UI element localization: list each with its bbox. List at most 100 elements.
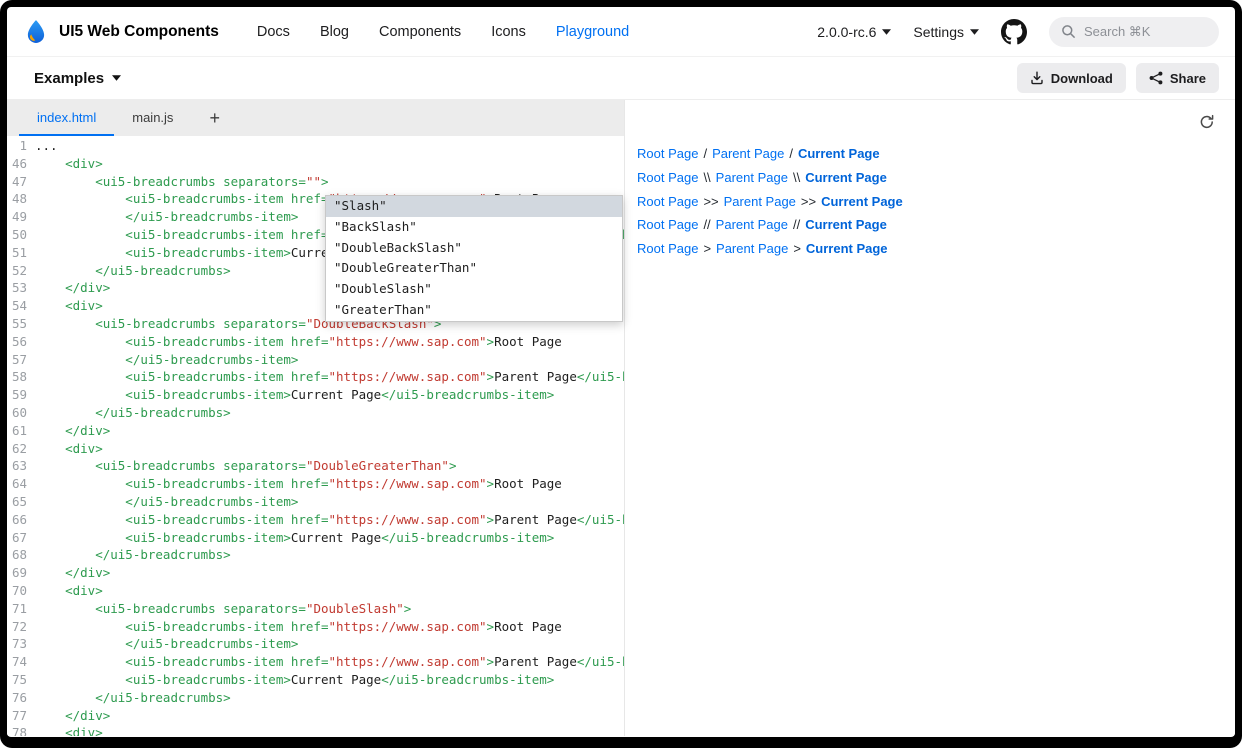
refresh-icon xyxy=(1199,114,1215,130)
search-input[interactable]: Search ⌘K xyxy=(1049,17,1219,47)
nav-link-components[interactable]: Components xyxy=(379,24,461,40)
code-line-60[interactable]: 60 </ui5-breadcrumbs> xyxy=(7,404,624,422)
code-text: </ui5-breadcrumbs-item> xyxy=(35,635,298,653)
code-line-63[interactable]: 63 <ui5-breadcrumbs separators="DoubleGr… xyxy=(7,457,624,475)
code-line-46[interactable]: 46 <div> xyxy=(7,155,624,173)
code-text: <ui5-breadcrumbs separators="DoubleGreat… xyxy=(35,457,456,475)
code-line-65[interactable]: 65 </ui5-breadcrumbs-item> xyxy=(7,493,624,511)
line-number: 75 xyxy=(7,671,35,689)
code-text: <div> xyxy=(35,582,103,600)
line-number: 66 xyxy=(7,511,35,529)
toolbar-actions: Download Share xyxy=(1017,63,1219,93)
brand-title: UI5 Web Components xyxy=(59,23,219,41)
download-button[interactable]: Download xyxy=(1017,63,1126,93)
version-menu[interactable]: 2.0.0-rc.6 xyxy=(817,24,891,40)
code-line-56[interactable]: 56 <ui5-breadcrumbs-item href="https://w… xyxy=(7,333,624,351)
code-line-75[interactable]: 75 <ui5-breadcrumbs-item>Current Page</u… xyxy=(7,671,624,689)
code-text: <ui5-breadcrumbs-item href="https://www.… xyxy=(35,618,562,636)
line-number: 59 xyxy=(7,386,35,404)
breadcrumb-link[interactable]: Root Page xyxy=(637,241,698,256)
code-text: <div> xyxy=(35,724,103,736)
breadcrumb-link[interactable]: Parent Page xyxy=(712,146,784,161)
share-icon xyxy=(1149,71,1163,85)
code-line-47[interactable]: 47 <ui5-breadcrumbs separators=""> xyxy=(7,173,624,191)
code-text: </ui5-breadcrumbs> xyxy=(35,546,231,564)
breadcrumb-separator: \\ xyxy=(703,170,710,185)
tab-list: index.htmlmain.js xyxy=(19,100,191,136)
breadcrumb-separator: / xyxy=(703,146,707,161)
examples-toolbar: Examples Download xyxy=(7,57,1235,100)
breadcrumb-link[interactable]: Parent Page xyxy=(724,194,796,209)
settings-menu[interactable]: Settings xyxy=(913,24,979,40)
code-text: <div> xyxy=(35,155,103,173)
code-line-67[interactable]: 67 <ui5-breadcrumbs-item>Current Page</u… xyxy=(7,529,624,547)
breadcrumb-separator: // xyxy=(703,217,710,232)
code-text: </div> xyxy=(35,707,110,725)
autocomplete-item[interactable]: "DoubleSlash" xyxy=(326,279,622,300)
code-text: </ui5-breadcrumbs> xyxy=(35,404,231,422)
autocomplete-item[interactable]: "GreaterThan" xyxy=(326,300,622,321)
code-line-62[interactable]: 62 <div> xyxy=(7,440,624,458)
search-placeholder: Search ⌘K xyxy=(1084,24,1150,40)
breadcrumb-link[interactable]: Root Page xyxy=(637,194,698,209)
autocomplete-item[interactable]: "BackSlash" xyxy=(326,217,622,238)
nav-link-docs[interactable]: Docs xyxy=(257,24,290,40)
breadcrumb-link[interactable]: Parent Page xyxy=(716,170,788,185)
breadcrumb-link[interactable]: Root Page xyxy=(637,146,698,161)
breadcrumb-link[interactable]: Root Page xyxy=(637,217,698,232)
share-button[interactable]: Share xyxy=(1136,63,1219,93)
github-link[interactable] xyxy=(1001,19,1027,45)
line-number: 60 xyxy=(7,404,35,422)
code-line-69[interactable]: 69 </div> xyxy=(7,564,624,582)
nav-link-icons[interactable]: Icons xyxy=(491,24,526,40)
code-line-1[interactable]: 1... xyxy=(7,137,624,155)
breadcrumb-link[interactable]: Parent Page xyxy=(716,217,788,232)
breadcrumb-link[interactable]: Parent Page xyxy=(716,241,788,256)
code-line-70[interactable]: 70 <div> xyxy=(7,582,624,600)
code-line-72[interactable]: 72 <ui5-breadcrumbs-item href="https://w… xyxy=(7,618,624,636)
code-text: <ui5-breadcrumbs-item href="https://www.… xyxy=(35,333,562,351)
code-line-61[interactable]: 61 </div> xyxy=(7,422,624,440)
breadcrumb-separator: // xyxy=(793,217,800,232)
navbar-right: 2.0.0-rc.6 Settings S xyxy=(817,17,1219,47)
breadcrumb-current: Current Page xyxy=(805,170,887,185)
line-number: 52 xyxy=(7,262,35,280)
editor-tab-index.html[interactable]: index.html xyxy=(19,100,114,136)
code-line-66[interactable]: 66 <ui5-breadcrumbs-item href="https://w… xyxy=(7,511,624,529)
autocomplete-item[interactable]: "Slash" xyxy=(326,196,622,217)
breadcrumb-separator: > xyxy=(793,241,801,256)
code-line-73[interactable]: 73 </ui5-breadcrumbs-item> xyxy=(7,635,624,653)
new-tab-button[interactable]: + xyxy=(201,100,228,136)
code-line-78[interactable]: 78 <div> xyxy=(7,724,624,736)
autocomplete-popup: "Slash""BackSlash""DoubleBackSlash""Doub… xyxy=(325,195,623,322)
examples-menu[interactable]: Examples xyxy=(34,70,121,87)
breadcrumb-link[interactable]: Root Page xyxy=(637,170,698,185)
breadcrumb-row: Root Page/Parent Page/Current Page xyxy=(637,142,1227,166)
line-number: 1 xyxy=(7,137,35,155)
ui5-logo xyxy=(23,19,49,45)
autocomplete-item[interactable]: "DoubleGreaterThan" xyxy=(326,258,622,279)
code-line-76[interactable]: 76 </ui5-breadcrumbs> xyxy=(7,689,624,707)
nav-link-blog[interactable]: Blog xyxy=(320,24,349,40)
editor-tab-bar: index.htmlmain.js + xyxy=(7,100,624,136)
code-line-59[interactable]: 59 <ui5-breadcrumbs-item>Current Page</u… xyxy=(7,386,624,404)
line-number: 48 xyxy=(7,190,35,208)
line-number: 57 xyxy=(7,351,35,369)
breadcrumb-separator: / xyxy=(789,146,793,161)
code-line-74[interactable]: 74 <ui5-breadcrumbs-item href="https://w… xyxy=(7,653,624,671)
line-number: 53 xyxy=(7,279,35,297)
code-line-57[interactable]: 57 </ui5-breadcrumbs-item> xyxy=(7,351,624,369)
code-line-71[interactable]: 71 <ui5-breadcrumbs separators="DoubleSl… xyxy=(7,600,624,618)
code-line-64[interactable]: 64 <ui5-breadcrumbs-item href="https://w… xyxy=(7,475,624,493)
code-line-77[interactable]: 77 </div> xyxy=(7,707,624,725)
refresh-button[interactable] xyxy=(1197,112,1217,135)
nav-link-playground[interactable]: Playground xyxy=(556,24,629,40)
editor-tab-main.js[interactable]: main.js xyxy=(114,100,191,136)
line-number: 51 xyxy=(7,244,35,262)
window-frame: UI5 Web Components Docs Blog Components Ico… xyxy=(0,0,1242,748)
code-line-68[interactable]: 68 </ui5-breadcrumbs> xyxy=(7,546,624,564)
autocomplete-item[interactable]: "DoubleBackSlash" xyxy=(326,238,622,259)
version-label: 2.0.0-rc.6 xyxy=(817,24,876,40)
code-line-58[interactable]: 58 <ui5-breadcrumbs-item href="https://w… xyxy=(7,368,624,386)
line-number: 54 xyxy=(7,297,35,315)
